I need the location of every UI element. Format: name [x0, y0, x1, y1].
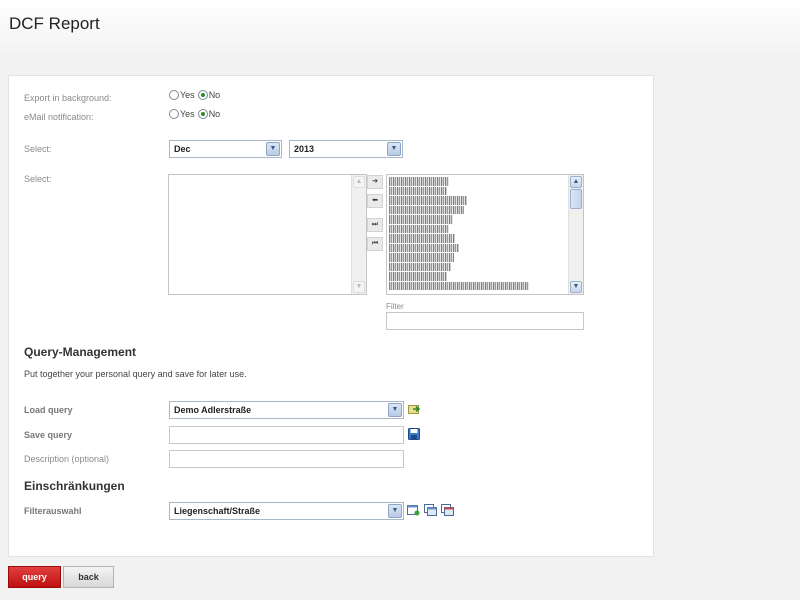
- filter-selection-value: Liegenschaft/Straße: [174, 506, 261, 516]
- description-input[interactable]: [169, 450, 404, 468]
- export-background-yes-label: Yes: [180, 90, 195, 100]
- email-notification-no-radio[interactable]: [197, 109, 208, 119]
- scroll-up-icon[interactable]: ▲: [570, 176, 582, 188]
- load-query-select[interactable]: Demo Adlerstraße ▼: [169, 401, 404, 419]
- list-item[interactable]: [389, 272, 447, 281]
- move-left-button[interactable]: ⬅: [367, 194, 383, 208]
- move-all-right-button[interactable]: ⏭: [367, 218, 383, 232]
- month-select[interactable]: Dec ▼: [169, 140, 282, 158]
- list-item[interactable]: [389, 243, 459, 252]
- list-item[interactable]: [389, 196, 467, 205]
- list-item[interactable]: [389, 215, 453, 224]
- save-disk-icon[interactable]: [408, 428, 421, 440]
- filter-selection-select[interactable]: Liegenschaft/Straße ▼: [169, 502, 404, 520]
- list-item[interactable]: [389, 253, 454, 262]
- save-query-label: Save query: [24, 430, 73, 440]
- save-query-input[interactable]: [169, 426, 404, 444]
- scroll-up-icon[interactable]: ▲: [353, 176, 365, 188]
- list-item[interactable]: [389, 205, 464, 214]
- load-query-icon[interactable]: [408, 403, 421, 415]
- list-item[interactable]: [389, 177, 449, 186]
- edit-filter-icon[interactable]: [424, 504, 437, 516]
- export-background-no-radio[interactable]: [197, 90, 208, 100]
- move-right-button[interactable]: ➔: [367, 175, 383, 189]
- year-select-value: 2013: [294, 144, 315, 154]
- scroll-down-icon[interactable]: ▼: [353, 281, 365, 293]
- filter-label: Filter: [386, 302, 404, 311]
- list-item[interactable]: [389, 186, 447, 195]
- chevron-down-icon: ▼: [387, 142, 401, 156]
- email-notification-yes-label: Yes: [180, 109, 195, 119]
- header-bar: DCF Report: [0, 0, 800, 60]
- restrictions-title: Einschränkungen: [24, 479, 125, 493]
- list-item[interactable]: [389, 262, 451, 271]
- chevron-down-icon: ▼: [388, 504, 402, 518]
- select-period-label: Select:: [24, 144, 52, 154]
- delete-filter-icon[interactable]: [441, 504, 454, 516]
- load-query-label: Load query: [24, 405, 73, 415]
- scrollbar-thumb[interactable]: [570, 189, 582, 209]
- month-select-value: Dec: [174, 144, 191, 154]
- load-query-value: Demo Adlerstraße: [174, 405, 252, 415]
- email-notification-no-label: No: [208, 109, 221, 119]
- chevron-down-icon: ▼: [266, 142, 280, 156]
- list-item[interactable]: [389, 281, 529, 290]
- select-items-label: Select:: [24, 174, 52, 184]
- export-background-yes-radio[interactable]: [169, 90, 179, 100]
- move-all-left-button[interactable]: ⏮: [367, 237, 383, 251]
- query-management-title: Query-Management: [24, 345, 137, 359]
- query-button[interactable]: query: [8, 566, 61, 588]
- list-item[interactable]: [389, 234, 455, 243]
- selected-items-list: [389, 177, 569, 291]
- export-background-no-label: No: [208, 90, 221, 100]
- back-button[interactable]: back: [63, 566, 114, 588]
- chevron-down-icon: ▼: [388, 403, 402, 417]
- export-background-radio-group: Yes No: [169, 90, 223, 100]
- report-form-panel: Export in background: Yes No eMail notif…: [8, 75, 654, 557]
- selected-items-listbox[interactable]: ▲ ▼: [386, 174, 584, 295]
- filter-selection-label: Filterauswahl: [24, 506, 82, 516]
- page-title: DCF Report: [9, 14, 100, 33]
- email-notification-label: eMail notification:: [24, 112, 94, 122]
- export-background-label: Export in background:: [24, 93, 112, 103]
- query-management-description: Put together your personal query and sav…: [24, 369, 247, 379]
- description-optional-label: Description (optional): [24, 454, 110, 464]
- scroll-down-icon[interactable]: ▼: [570, 281, 582, 293]
- filter-input[interactable]: [386, 312, 584, 330]
- available-items-scrollbar[interactable]: ▲ ▼: [351, 175, 366, 294]
- email-notification-yes-radio[interactable]: [169, 109, 179, 119]
- selected-items-scrollbar[interactable]: ▲ ▼: [568, 175, 583, 294]
- add-filter-icon[interactable]: [407, 504, 420, 516]
- list-item[interactable]: [389, 224, 449, 233]
- email-notification-radio-group: Yes No: [169, 109, 223, 119]
- available-items-listbox[interactable]: ▲ ▼: [168, 174, 367, 295]
- year-select[interactable]: 2013 ▼: [289, 140, 403, 158]
